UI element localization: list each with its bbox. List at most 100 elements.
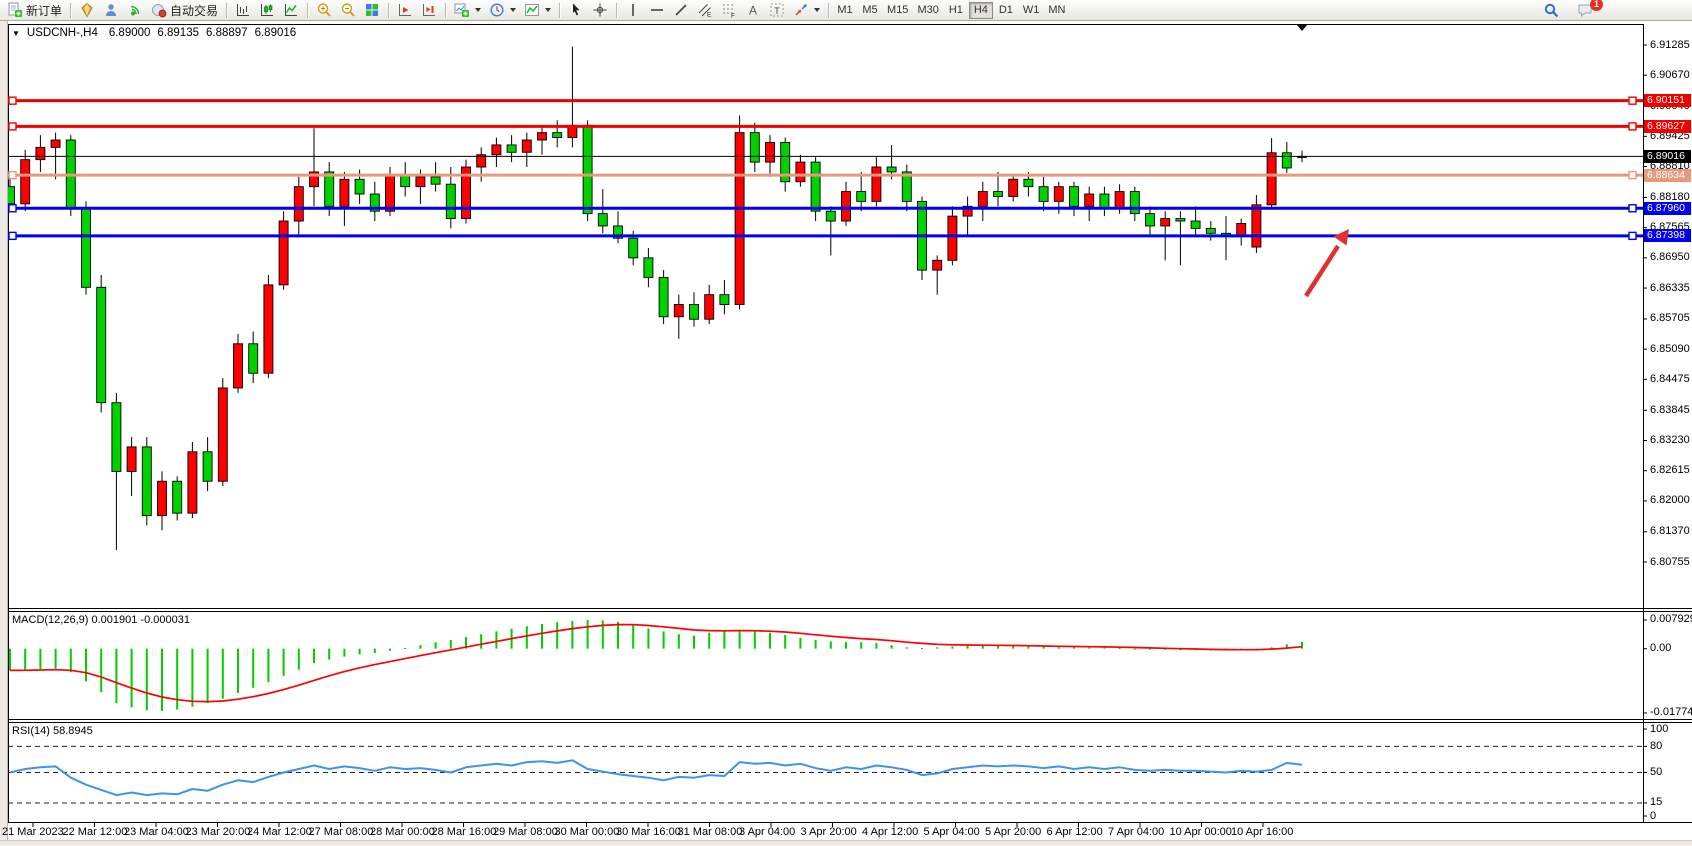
rsi-layer[interactable] bbox=[8, 729, 1647, 816]
timeframe-button-mn[interactable]: MN bbox=[1044, 2, 1069, 19]
auto-scroll-button[interactable] bbox=[393, 1, 417, 20]
candle bbox=[21, 160, 30, 204]
line-handle[interactable] bbox=[9, 123, 16, 130]
chart-shift-marker[interactable] bbox=[1297, 25, 1307, 31]
cursor-button[interactable] bbox=[564, 1, 588, 20]
chevron-down-icon bbox=[475, 8, 481, 12]
window-bottom-frame bbox=[0, 840, 1692, 846]
candle bbox=[750, 133, 759, 162]
candle bbox=[978, 192, 987, 207]
candle bbox=[431, 177, 440, 184]
candle bbox=[933, 260, 942, 270]
chart-canvas[interactable] bbox=[0, 0, 1692, 846]
candle bbox=[1070, 187, 1079, 207]
candle bbox=[386, 174, 395, 211]
clock-icon bbox=[489, 2, 505, 18]
chat-unread-badge: 1 bbox=[1590, 0, 1603, 11]
zoom-in-icon bbox=[316, 2, 332, 18]
horizontal-line-button[interactable] bbox=[645, 1, 669, 20]
toolbar-separator bbox=[828, 3, 829, 18]
candles-layer[interactable] bbox=[6, 47, 1307, 550]
text-label-icon: T bbox=[769, 2, 785, 18]
line-handle[interactable] bbox=[9, 232, 16, 239]
crosshair-button[interactable] bbox=[588, 1, 612, 20]
symbol-period-label: USDCNH-,H4 bbox=[27, 27, 98, 39]
candle bbox=[142, 447, 151, 516]
search-button[interactable] bbox=[1539, 1, 1563, 20]
arrows-button[interactable] bbox=[789, 1, 824, 20]
text-button[interactable]: A bbox=[741, 1, 765, 20]
high-value: 6.89135 bbox=[157, 27, 199, 39]
equidistant-channel-button[interactable]: E bbox=[693, 1, 717, 20]
line-handle[interactable] bbox=[1629, 232, 1636, 239]
candle bbox=[446, 184, 455, 218]
candle bbox=[1252, 205, 1261, 247]
svg-text:A: A bbox=[749, 4, 757, 18]
search-icon bbox=[1543, 2, 1559, 18]
toolbar-right-group: 1 bbox=[1539, 1, 1689, 20]
line-handle[interactable] bbox=[9, 172, 16, 179]
autotrading-button[interactable]: 自动交易 bbox=[147, 1, 222, 20]
timeframe-button-m30[interactable]: M30 bbox=[913, 2, 942, 19]
bar-chart-button[interactable] bbox=[231, 1, 255, 20]
timeframe-button-h4[interactable]: H4 bbox=[969, 2, 993, 19]
candle bbox=[218, 388, 227, 481]
candle bbox=[264, 285, 273, 373]
community-button[interactable] bbox=[75, 1, 99, 20]
collapse-triangle-icon[interactable]: ▼ bbox=[12, 29, 20, 38]
candle bbox=[1206, 228, 1215, 233]
line-handle[interactable] bbox=[1629, 172, 1636, 179]
chat-button[interactable]: 1 bbox=[1573, 1, 1597, 20]
candle bbox=[1191, 221, 1200, 228]
tile-windows-button[interactable] bbox=[360, 1, 384, 20]
horizontal-lines-layer bbox=[8, 97, 1643, 239]
chart-shift-button[interactable] bbox=[417, 1, 441, 20]
line-handle[interactable] bbox=[9, 97, 16, 104]
arrows-icon bbox=[793, 2, 809, 18]
periods-button[interactable] bbox=[485, 1, 520, 20]
candle bbox=[36, 147, 45, 159]
trendline-button[interactable] bbox=[669, 1, 693, 20]
zoom-out-button[interactable] bbox=[336, 1, 360, 20]
candle bbox=[82, 209, 91, 288]
candle bbox=[234, 344, 243, 388]
timeframe-button-m5[interactable]: M5 bbox=[858, 2, 882, 19]
timeframe-button-m15[interactable]: M15 bbox=[883, 2, 912, 19]
candle bbox=[340, 179, 349, 206]
candlestick-chart-button[interactable] bbox=[255, 1, 279, 20]
timeframe-button-d1[interactable]: D1 bbox=[994, 2, 1018, 19]
autotrading-label: 自动交易 bbox=[170, 2, 218, 19]
toolbar-separator bbox=[616, 3, 617, 18]
new-chart-button[interactable] bbox=[450, 1, 485, 20]
new-order-button[interactable]: 新订单 bbox=[3, 1, 66, 20]
candle bbox=[1115, 192, 1124, 209]
candle bbox=[294, 187, 303, 221]
timeframe-button-h1[interactable]: H1 bbox=[944, 2, 968, 19]
time-axis[interactable] bbox=[33, 822, 1263, 827]
annotation-arrow[interactable] bbox=[1306, 229, 1349, 296]
candle bbox=[796, 162, 805, 182]
virtual-hosting-button[interactable] bbox=[99, 1, 123, 20]
low-value: 6.88897 bbox=[206, 27, 248, 39]
vertical-line-button[interactable] bbox=[621, 1, 645, 20]
line-handle[interactable] bbox=[1629, 97, 1636, 104]
line-handle[interactable] bbox=[1629, 123, 1636, 130]
chart-shift-icon bbox=[421, 2, 437, 18]
text-label-button[interactable]: T bbox=[765, 1, 789, 20]
line-handle[interactable] bbox=[1629, 205, 1636, 212]
fibonacci-button[interactable]: F bbox=[717, 1, 741, 20]
timeframe-button-m1[interactable]: M1 bbox=[833, 2, 857, 19]
candle bbox=[203, 452, 212, 481]
toolbar-separator bbox=[388, 3, 389, 18]
macd-layer[interactable] bbox=[9, 620, 1647, 713]
signals-button[interactable] bbox=[123, 1, 147, 20]
indicators-button[interactable] bbox=[520, 1, 555, 20]
toolbar-separator bbox=[307, 3, 308, 18]
candle bbox=[644, 258, 653, 278]
timeframe-button-w1[interactable]: W1 bbox=[1019, 2, 1044, 19]
zoom-in-button[interactable] bbox=[312, 1, 336, 20]
candle bbox=[507, 145, 516, 152]
line-chart-button[interactable] bbox=[279, 1, 303, 20]
line-handle[interactable] bbox=[9, 205, 16, 212]
crosshair-icon bbox=[592, 2, 608, 18]
